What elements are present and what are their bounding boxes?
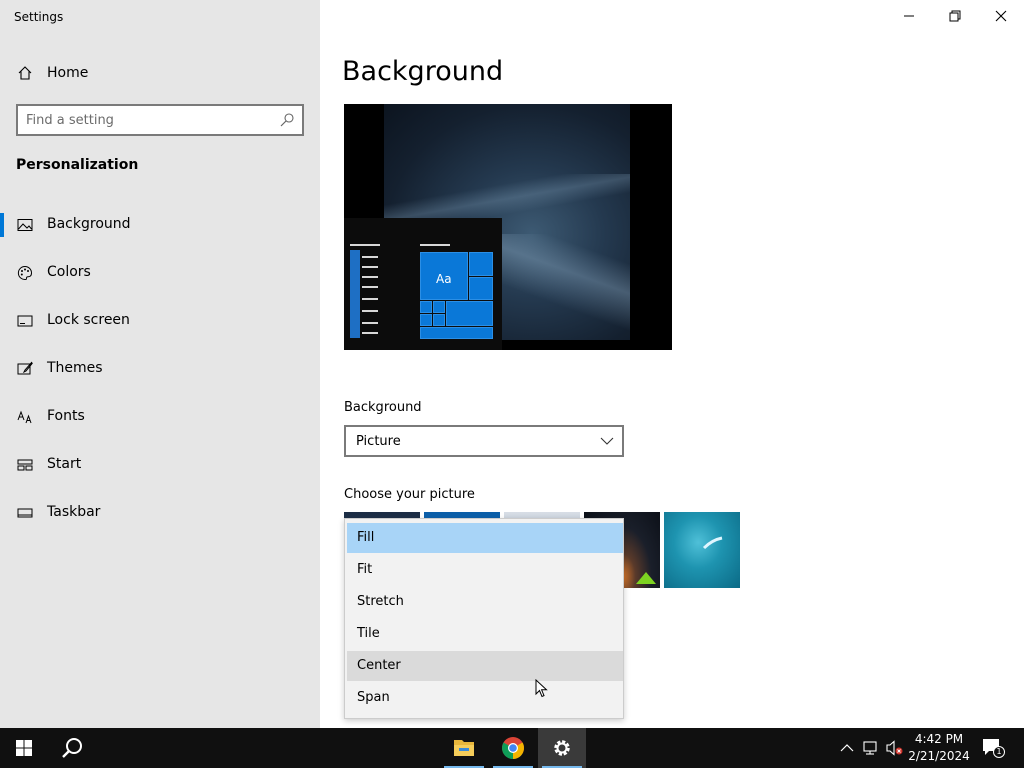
start-icon <box>17 457 33 473</box>
search-icon[interactable] <box>279 112 295 128</box>
sidebar-item-themes[interactable]: Themes <box>0 349 320 389</box>
picture-icon <box>17 217 33 233</box>
chrome-icon <box>502 737 524 759</box>
file-explorer-icon <box>454 740 474 756</box>
dropdown-option-stretch[interactable]: Stretch <box>347 587 623 617</box>
dropdown-option-fit[interactable]: Fit <box>347 555 623 585</box>
themes-icon <box>17 361 33 377</box>
restore-button[interactable] <box>932 0 978 32</box>
background-preview: Aa <box>344 104 672 350</box>
home-icon <box>17 65 33 81</box>
sidebar-item-label: Lock screen <box>47 312 130 328</box>
notification-count: 1 <box>993 746 1005 758</box>
sidebar-item-background[interactable]: Background <box>0 205 320 245</box>
sidebar-item-lock-screen[interactable]: Lock screen <box>0 301 320 341</box>
clock-time: 4:42 PM <box>914 732 964 746</box>
sidebar-item-label: Colors <box>47 264 91 280</box>
taskbar-chrome[interactable] <box>489 728 537 768</box>
swimmer-image <box>702 536 723 550</box>
action-center-button[interactable]: 1 <box>980 736 1006 760</box>
windows-logo-icon <box>16 740 32 756</box>
app-title: Settings <box>14 10 64 24</box>
nav-home[interactable]: Home <box>0 56 320 90</box>
dropdown-option-tile[interactable]: Tile <box>347 619 623 649</box>
search-icon <box>62 738 82 758</box>
taskbar: 4:42 PM 2/21/2024 1 <box>0 728 1024 768</box>
clock-date: 2/21/2024 <box>908 749 970 763</box>
background-dropdown[interactable]: Picture <box>344 425 624 457</box>
minimize-icon <box>904 15 914 17</box>
taskbar-icon <box>17 505 33 521</box>
sidebar-item-taskbar[interactable]: Taskbar <box>0 493 320 533</box>
sidebar-item-label: Themes <box>47 360 103 376</box>
network-icon[interactable] <box>862 740 880 756</box>
fit-dropdown-list[interactable]: Fill Fit Stretch Tile Center Span <box>344 518 624 719</box>
restore-icon <box>949 10 961 22</box>
mouse-cursor-icon <box>535 679 548 698</box>
sidebar-item-label: Fonts <box>47 408 85 424</box>
start-button[interactable] <box>0 728 48 768</box>
search-box[interactable] <box>16 104 304 136</box>
search-taskbar-button[interactable] <box>48 728 96 768</box>
dropdown-option-center[interactable]: Center <box>347 651 623 681</box>
taskbar-file-explorer[interactable] <box>440 728 488 768</box>
sidebar: Settings Home Personalization Background… <box>0 0 320 728</box>
sidebar-item-label: Taskbar <box>47 504 101 520</box>
volume-muted-icon[interactable] <box>886 740 904 756</box>
sidebar-item-start[interactable]: Start <box>0 445 320 485</box>
page-title: Background <box>342 56 504 87</box>
preview-tile-text: Aa <box>436 272 452 286</box>
sidebar-item-fonts[interactable]: Fonts <box>0 397 320 437</box>
search-input[interactable] <box>26 111 276 129</box>
picture-thumbnail-5[interactable] <box>664 512 740 588</box>
fonts-icon <box>17 409 33 425</box>
chevron-up-icon[interactable] <box>840 740 854 756</box>
taskbar-settings[interactable] <box>538 728 586 768</box>
choose-picture-label: Choose your picture <box>344 487 475 502</box>
background-dropdown-value: Picture <box>356 434 401 449</box>
close-icon <box>995 10 1007 22</box>
section-title: Personalization <box>16 157 139 173</box>
sidebar-item-label: Start <box>47 456 82 472</box>
lock-screen-icon <box>17 313 33 329</box>
dropdown-option-fill[interactable]: Fill <box>347 523 623 553</box>
system-clock[interactable]: 4:42 PM 2/21/2024 <box>906 731 972 765</box>
chevron-down-icon <box>600 437 614 445</box>
nav-home-label: Home <box>47 65 89 81</box>
settings-gear-icon <box>554 740 570 756</box>
dropdown-option-span[interactable]: Span <box>347 683 623 713</box>
close-button[interactable] <box>978 0 1024 32</box>
sidebar-item-colors[interactable]: Colors <box>0 253 320 293</box>
sidebar-item-label: Background <box>47 216 131 232</box>
minimize-button[interactable] <box>886 0 932 32</box>
palette-icon <box>17 265 33 281</box>
background-label: Background <box>344 400 422 415</box>
